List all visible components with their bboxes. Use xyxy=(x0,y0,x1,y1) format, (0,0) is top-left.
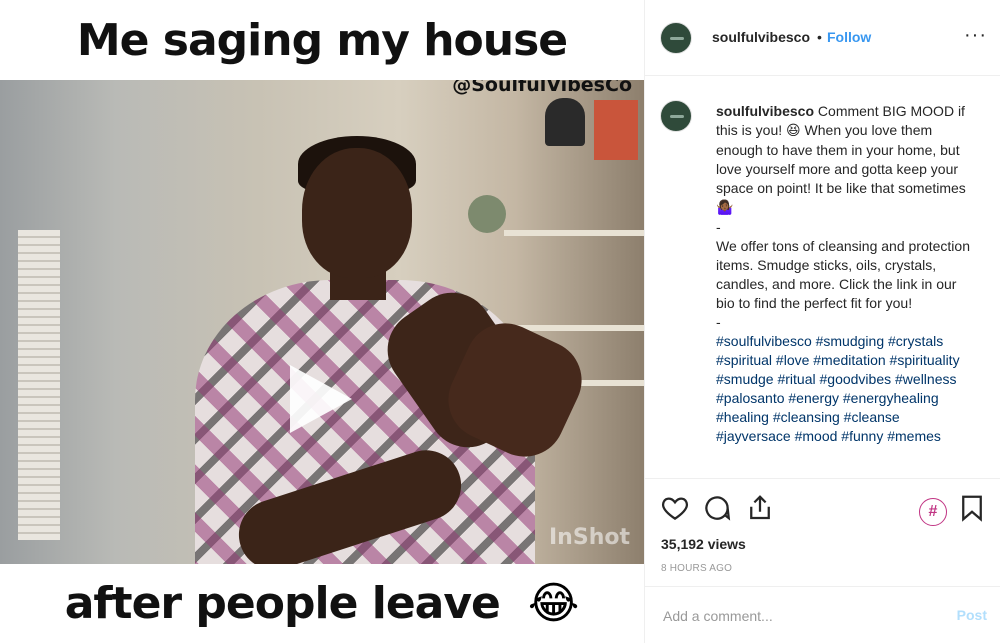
heart-icon[interactable] xyxy=(660,493,690,523)
meme-caption-bottom-text: after people leave xyxy=(64,578,501,629)
video-player[interactable]: @SoulfulVibesCo InShot xyxy=(0,80,644,564)
shrug-emoji: 🤷🏾‍♀️ xyxy=(716,200,734,216)
laughing-emoji: 😆 xyxy=(786,123,801,139)
post-sidebar: soulfulvibesco • Follow ··· soulfulvibes… xyxy=(644,0,1000,643)
meme-caption-top: Me saging my house xyxy=(0,0,644,80)
globe xyxy=(468,195,506,233)
bookmark-icon[interactable] xyxy=(957,493,987,523)
meme-caption-top-text: Me saging my house xyxy=(76,14,568,66)
red-box xyxy=(594,100,638,160)
avatar[interactable] xyxy=(660,22,692,54)
app-watermark: InShot xyxy=(549,525,630,550)
laughing-crying-emoji: 😂 xyxy=(527,577,580,629)
caption-hashtags[interactable]: #soulfulvibesco #smudging #crystals #spi… xyxy=(716,333,960,444)
header-username[interactable]: soulfulvibesco xyxy=(712,29,810,45)
account-watermark: @SoulfulVibesCo xyxy=(452,80,632,96)
post-button[interactable]: Post xyxy=(957,607,987,623)
follow-button[interactable]: Follow xyxy=(827,29,871,45)
more-options-icon[interactable]: ··· xyxy=(964,24,987,47)
comment-input[interactable] xyxy=(661,601,935,631)
caption-username[interactable]: soulfulvibesco xyxy=(716,103,814,119)
hashtag-button[interactable]: # xyxy=(919,498,947,526)
separator-dot: • xyxy=(817,29,822,45)
window-blind xyxy=(18,230,60,540)
caption-divider: - xyxy=(716,219,721,235)
meme-caption-bottom: after people leave 😂 xyxy=(0,564,644,643)
post-header: soulfulvibesco • Follow ··· xyxy=(645,0,1000,76)
post-media[interactable]: Me saging my house @SoulfulVibesCo InSho… xyxy=(0,0,644,643)
speaker xyxy=(545,98,585,146)
person-head xyxy=(302,148,412,278)
play-icon[interactable] xyxy=(290,365,352,433)
share-icon[interactable] xyxy=(745,493,775,523)
comments-area[interactable]: soulfulvibesco Comment BIG MOOD if this … xyxy=(645,77,1000,478)
comment-icon[interactable] xyxy=(702,493,732,523)
add-comment-bar: Post xyxy=(645,586,1000,643)
caption-divider: - xyxy=(716,314,721,330)
post-caption: soulfulvibesco Comment BIG MOOD if this … xyxy=(716,102,971,446)
shelf xyxy=(504,230,644,236)
post-timestamp[interactable]: 8 HOURS AGO xyxy=(661,563,732,574)
avatar[interactable] xyxy=(660,100,692,132)
caption-body: We offer tons of cleansing and protectio… xyxy=(716,238,970,311)
view-count[interactable]: 35,192 views xyxy=(661,536,746,552)
